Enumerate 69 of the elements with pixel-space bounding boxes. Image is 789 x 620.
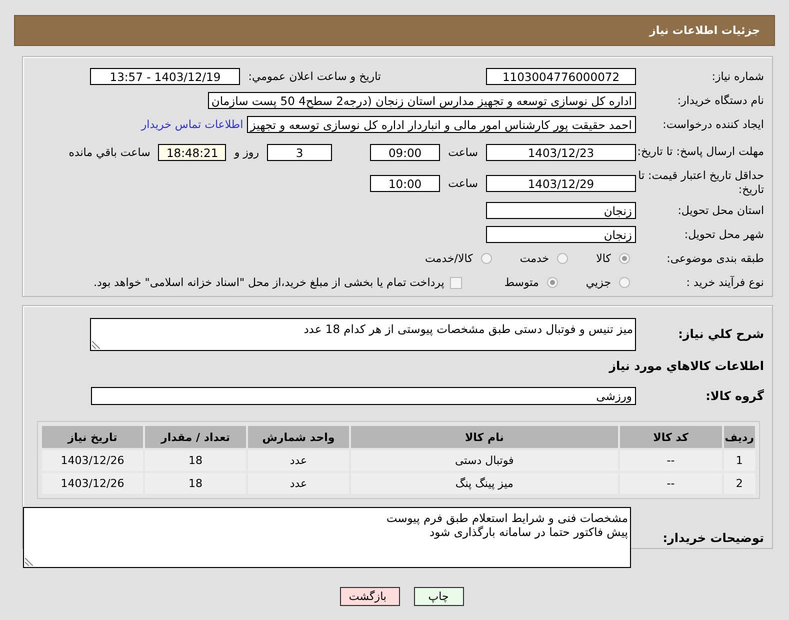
field-label: توضیحات خریدار: <box>662 530 765 544</box>
column-header: واحد شمارش <box>248 426 349 448</box>
field-label: نام دستگاه خریدار: <box>676 94 765 107</box>
input-field[interactable]: زنجان <box>486 226 636 243</box>
input-field[interactable]: 1403/12/23 <box>486 144 636 160</box>
table-cell: 1403/12/26 <box>42 473 143 494</box>
radio-button[interactable] <box>619 277 630 288</box>
input-field[interactable]: 1403/12/19 - 13:57 <box>90 68 240 85</box>
print-button[interactable]: چاپ <box>414 587 464 606</box>
input-field[interactable]: 3 <box>267 144 332 160</box>
field-label: ساعت <box>448 176 478 190</box>
resize-grip-icon[interactable] <box>92 340 100 348</box>
table-cell: 18 <box>145 473 246 494</box>
input-field[interactable]: 1103004776000072 <box>486 68 636 85</box>
radio-button[interactable] <box>619 253 630 264</box>
input-field[interactable]: 1403/12/29 <box>486 174 636 192</box>
table-cell: -- <box>620 473 722 494</box>
input-field[interactable]: ورزشی <box>91 387 636 405</box>
field-label: حداقل تاریخ اعتبار قیمت: تا تاریخ: <box>637 169 765 197</box>
back-button[interactable]: بازگشت <box>340 587 400 606</box>
input-field[interactable]: 18:48:21 <box>158 144 226 160</box>
text-area[interactable]: مشخصات فنی و شرایط استعلام طبق فرم پیوست پیش فاکتور حتما در سامانه بارگذاری شود <box>23 507 631 568</box>
field-label: تاریخ و ساعت اعلان عمومي: <box>248 70 381 83</box>
field-label: ساعت <box>448 146 478 158</box>
option-label: کالا/خدمت <box>425 252 473 265</box>
table-cell: 1403/12/26 <box>42 450 143 471</box>
field-label: مهلت ارسال پاسخ: تا تاریخ: <box>636 145 765 159</box>
column-header: ردیف <box>724 426 755 448</box>
field-label: گروه کالا: <box>704 389 765 403</box>
table-cell: 18 <box>145 450 246 471</box>
table-cell: 2 <box>724 473 755 494</box>
column-header: تعداد / مقدار <box>145 426 246 448</box>
column-header: تاریخ نیاز <box>42 426 143 448</box>
field-label: استان محل تحویل: <box>676 204 765 217</box>
field-label: شرح کلي نياز: <box>677 327 765 341</box>
radio-button[interactable] <box>546 277 558 288</box>
option-label: متوسط <box>504 276 539 289</box>
resize-grip-icon[interactable] <box>25 558 33 566</box>
field-label: شهر محل تحویل: <box>683 228 765 241</box>
table-cell: -- <box>620 450 722 471</box>
field-label: نوع فرآیند خرید : <box>685 276 765 289</box>
option-label: جزیي <box>586 276 611 289</box>
checkbox-label: پرداخت تمام یا بخشی از مبلغ خرید،از محل "اسناد خزانه اسلامی" خواهد بود. <box>94 276 444 289</box>
radio-button[interactable] <box>480 253 492 264</box>
table-cell: عدد <box>248 450 349 471</box>
table-cell: فوتبال دستی <box>351 450 618 471</box>
column-header: کد کالا <box>620 426 722 448</box>
input-field[interactable]: اداره کل نوسازی توسعه و تجهیز مدارس استان زنجان (درجه2 سطح4 50 پست سازمان <box>208 92 636 109</box>
field-label: طبقه بندی موضوعی: <box>666 252 765 265</box>
input-field[interactable]: 10:00 <box>370 174 440 192</box>
page-title: جزئیات اطلاعات نیاز <box>650 24 760 37</box>
table-cell: عدد <box>248 473 349 494</box>
field-label: ساعت باقي مانده <box>68 146 150 158</box>
input-field[interactable]: زنجان <box>486 202 636 219</box>
option-label: خدمت <box>520 252 550 265</box>
input-field[interactable]: احمد حقیقت پور کارشناس امور مالی و انباردار اداره کل نوسازی توسعه و تجهیز <box>247 116 636 133</box>
field-label: ایجاد کننده درخواست: <box>662 118 765 131</box>
field-label: شماره نیاز: <box>710 70 765 83</box>
field-label: روز و <box>234 146 260 158</box>
checkbox[interactable] <box>450 276 462 288</box>
option-label: کالا <box>596 252 611 265</box>
radio-button[interactable] <box>557 253 568 264</box>
contact-link[interactable]: اطلاعات تماس خریدار <box>141 118 244 131</box>
input-field[interactable]: 09:00 <box>370 144 440 160</box>
section-heading: اطلاعات کالاهاي مورد نياز <box>608 358 765 375</box>
table-cell: میز پینگ پنگ <box>351 473 618 494</box>
table-cell: 1 <box>724 450 755 471</box>
text-area[interactable]: میز تنیس و فوتبال دستی طبق مشخصات پیوستی از هر کدام 18 عدد <box>90 318 636 350</box>
column-header: نام کالا <box>351 426 618 448</box>
